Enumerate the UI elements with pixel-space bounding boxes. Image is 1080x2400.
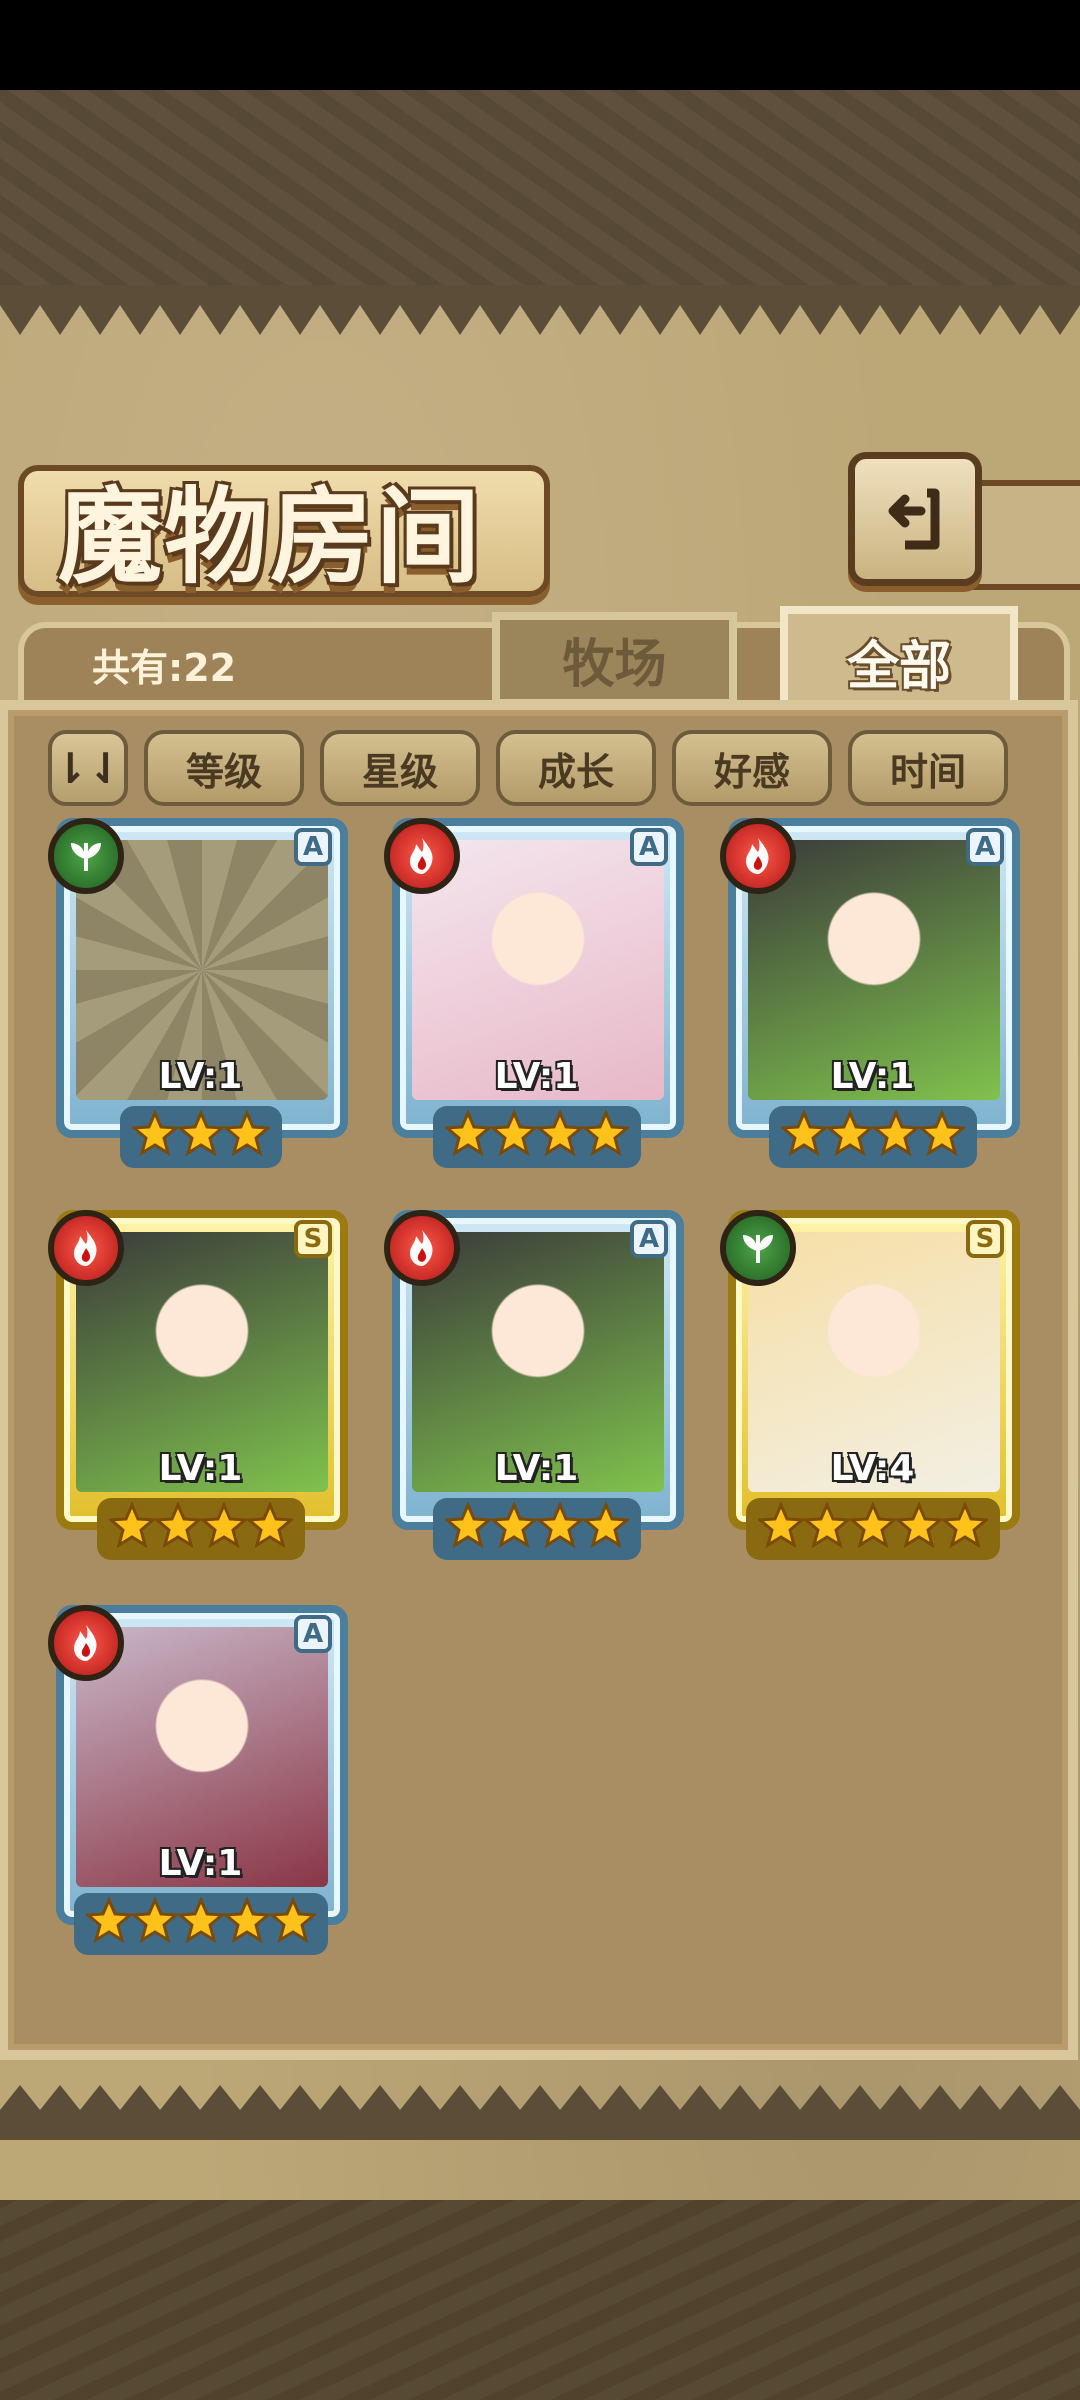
star-icon xyxy=(108,1502,155,1548)
star-icon xyxy=(223,1897,270,1943)
fire-icon xyxy=(384,1210,460,1286)
star-tray xyxy=(432,1106,641,1168)
status-bar xyxy=(0,0,1080,90)
monster-card[interactable]: A LV:1 xyxy=(48,818,353,1178)
star-rating xyxy=(384,1106,689,1168)
monster-card[interactable]: A LV:1 xyxy=(384,1210,689,1570)
rank-badge: A xyxy=(630,828,668,866)
level-label: LV:1 xyxy=(158,1448,243,1489)
monster-card[interactable]: S LV:1 xyxy=(48,1210,353,1570)
star-tray xyxy=(73,1893,328,1955)
star-icon xyxy=(177,1897,224,1943)
rank-badge: S xyxy=(294,1220,332,1258)
sort-time-button[interactable]: 时间 xyxy=(848,730,1008,806)
sort-star-button[interactable]: 星级 xyxy=(320,730,480,806)
fire-icon xyxy=(48,1605,124,1681)
star-icon xyxy=(536,1110,583,1156)
rank-badge: A xyxy=(294,828,332,866)
torn-edge-top xyxy=(0,285,1080,335)
level-label: LV:1 xyxy=(830,1056,915,1097)
tab-ranch[interactable]: 牧场 xyxy=(492,612,737,707)
star-icon xyxy=(826,1110,873,1156)
star-tray xyxy=(745,1498,1000,1560)
star-tray xyxy=(768,1106,977,1168)
star-rating xyxy=(384,1498,689,1560)
leaf-icon xyxy=(48,818,124,894)
star-icon xyxy=(918,1110,965,1156)
sort-affection-button[interactable]: 好感 xyxy=(672,730,832,806)
monster-card[interactable]: A LV:1 xyxy=(720,818,1025,1178)
sort-level-button[interactable]: 等级 xyxy=(144,730,304,806)
star-icon xyxy=(154,1502,201,1548)
star-icon xyxy=(85,1897,132,1943)
star-icon xyxy=(444,1110,491,1156)
star-rating xyxy=(48,1893,353,1955)
star-icon xyxy=(536,1502,583,1548)
star-rating xyxy=(720,1106,1025,1168)
star-icon xyxy=(177,1110,224,1156)
back-button[interactable] xyxy=(848,452,982,586)
back-arrow-icon xyxy=(888,488,940,550)
sort-growth-button[interactable]: 成长 xyxy=(496,730,656,806)
sort-order-toggle[interactable]: ⇂⇃ xyxy=(48,730,128,806)
star-icon xyxy=(849,1502,896,1548)
fire-icon xyxy=(720,818,796,894)
star-icon xyxy=(246,1502,293,1548)
page-title: 魔物房间 xyxy=(58,475,483,598)
star-rating xyxy=(720,1498,1025,1560)
star-icon xyxy=(582,1110,629,1156)
rank-badge: A xyxy=(630,1220,668,1258)
background-map-top xyxy=(0,90,1080,285)
star-icon xyxy=(131,1897,178,1943)
star-icon xyxy=(757,1502,804,1548)
star-icon xyxy=(872,1110,919,1156)
level-label: LV:1 xyxy=(494,1056,579,1097)
star-icon xyxy=(131,1110,178,1156)
monster-card[interactable]: S LV:4 xyxy=(720,1210,1025,1570)
rank-badge: S xyxy=(966,1220,1004,1258)
star-tray xyxy=(96,1498,305,1560)
star-icon xyxy=(941,1502,988,1548)
star-icon xyxy=(490,1502,537,1548)
level-label: LV:1 xyxy=(158,1843,243,1884)
star-rating xyxy=(48,1498,353,1560)
leaf-icon xyxy=(720,1210,796,1286)
star-rating xyxy=(48,1106,353,1168)
torn-edge-bottom xyxy=(0,2085,1080,2140)
level-label: LV:1 xyxy=(494,1448,579,1489)
star-icon xyxy=(223,1110,270,1156)
star-icon xyxy=(200,1502,247,1548)
rank-badge: A xyxy=(294,1615,332,1653)
level-label: LV:1 xyxy=(158,1056,243,1097)
fire-icon xyxy=(384,818,460,894)
star-icon xyxy=(780,1110,827,1156)
star-icon xyxy=(490,1110,537,1156)
star-icon xyxy=(895,1502,942,1548)
level-label: LV:4 xyxy=(830,1448,915,1489)
star-icon xyxy=(582,1502,629,1548)
monster-count: 共有:22 xyxy=(92,646,237,690)
fire-icon xyxy=(48,1210,124,1286)
monster-card[interactable]: A LV:1 xyxy=(384,818,689,1178)
rank-badge: A xyxy=(966,828,1004,866)
sort-bar: ⇂⇃ 等级 星级 成长 好感 时间 xyxy=(48,730,1008,810)
star-icon xyxy=(269,1897,316,1943)
monster-card[interactable]: A LV:1 xyxy=(48,1605,353,1965)
star-tray xyxy=(119,1106,282,1168)
background-map-bottom xyxy=(0,2200,1080,2400)
star-tray xyxy=(432,1498,641,1560)
star-icon xyxy=(444,1502,491,1548)
star-icon xyxy=(803,1502,850,1548)
